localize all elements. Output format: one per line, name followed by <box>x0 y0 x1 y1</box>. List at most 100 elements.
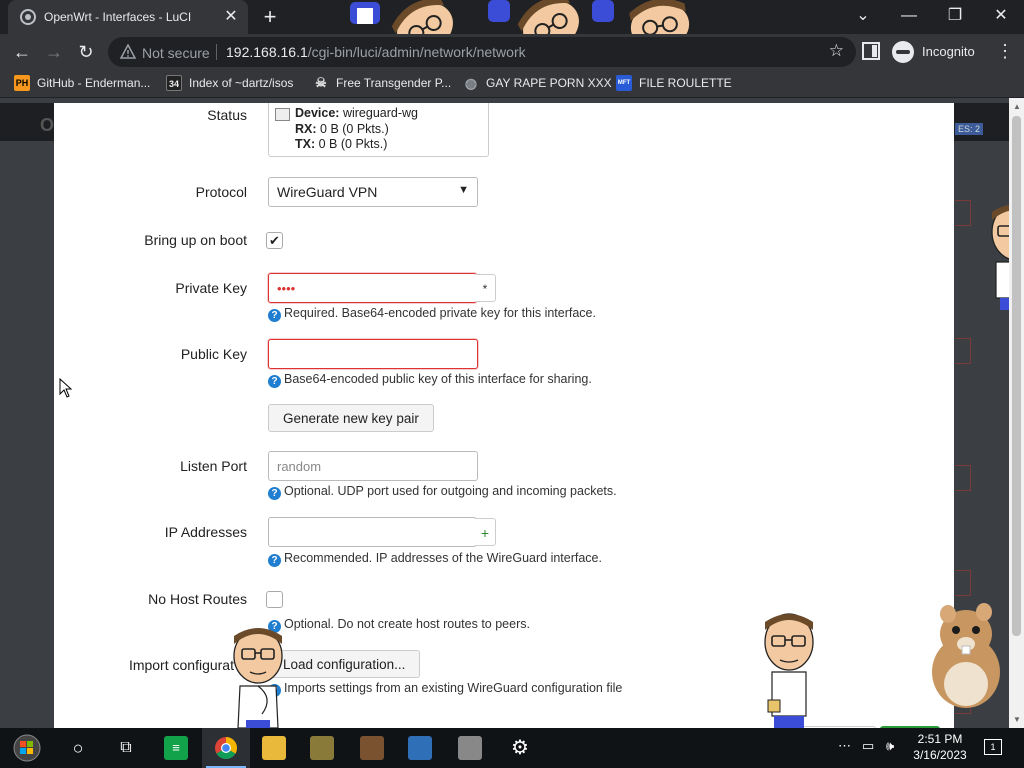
generate-key-pair-button[interactable]: Generate new key pair <box>268 404 434 432</box>
private-key-hint: ? Required. Base64-encoded private key fo… <box>268 306 596 322</box>
not-secure-label: Not secure <box>142 45 210 61</box>
bookmark-file-roulette[interactable]: MFT FILE ROULETTE <box>616 75 732 93</box>
taskbar-app-chrome[interactable] <box>202 728 250 768</box>
bookmark-github[interactable]: PH GitHub - Enderman... <box>14 75 150 93</box>
import-config-label: Import configurat <box>128 657 234 673</box>
interface-edit-modal: Status Device: wireguard-wg RX: 0 B (0 P… <box>54 103 954 728</box>
private-key-label: Private Key <box>175 280 247 296</box>
taskbar-app-settings[interactable]: ⚙ <box>496 728 544 768</box>
rx-key: RX: <box>295 121 317 136</box>
checkmark-icon: ✔ <box>269 233 280 248</box>
device-key: Device: <box>295 106 340 120</box>
bookmark-fourth[interactable]: ◍ GAY RAPE PORN XXX <box>463 75 612 93</box>
system-clock[interactable]: 2:51 PM 3/16/2023 <box>908 731 972 763</box>
load-configuration-button[interactable]: Load configuration... <box>268 650 421 678</box>
start-button[interactable] <box>2 728 52 768</box>
scrollbar-thumb[interactable] <box>1012 116 1021 636</box>
virtual-machine-icon <box>458 736 482 760</box>
incognito-icon <box>892 41 914 63</box>
bookmark-third[interactable]: ☠ Free Transgender P... <box>313 75 451 93</box>
chevron-down-icon: ▼ <box>458 184 469 196</box>
tx-value: 0 B (0 Pkts.) <box>318 137 388 151</box>
taskbar-app-explorer[interactable] <box>250 728 298 768</box>
tab-search-button[interactable]: ⌄ <box>840 0 886 34</box>
browser-menu-icon[interactable]: ⋮ <box>996 40 1014 64</box>
back-button[interactable]: ← <box>9 39 35 65</box>
minimize-button[interactable]: — <box>886 0 932 34</box>
task-view-icon: ⧉ <box>120 739 132 756</box>
private-key-value: •••• <box>277 281 296 296</box>
skull-icon: ☠ <box>315 75 327 90</box>
url-path: /cgi-bin/luci/admin/network/network <box>307 44 526 60</box>
browser-toolbar: ← → ↻ Not secure 192.168.16.1/cgi-bin/lu… <box>0 34 1024 70</box>
page-viewport: O ES: 2 Status Device: wireguard-wg RX: … <box>0 98 1024 728</box>
private-key-hint-text: Required. Base64-encoded private key for… <box>284 306 596 320</box>
bookmark-label: Index of ~dartz/isos <box>189 76 294 90</box>
public-key-input[interactable] <box>268 339 478 369</box>
browser-tab-active[interactable]: OpenWrt - Interfaces - LuCI ✕ <box>8 0 248 34</box>
add-ip-address-button[interactable]: + <box>475 518 496 546</box>
omnibox-divider <box>216 44 217 60</box>
taskbar-app-vm[interactable] <box>446 728 494 768</box>
page-scrollbar[interactable]: ▲ ▼ <box>1009 98 1024 728</box>
folder-icon <box>262 736 286 760</box>
status-label: Status <box>207 107 247 123</box>
close-window-button[interactable]: ✕ <box>978 0 1024 34</box>
private-key-input[interactable]: •••• <box>268 273 477 303</box>
restore-button[interactable]: ❐ <box>932 0 978 34</box>
luci-logo-dimmed: O <box>40 115 55 135</box>
number-34-icon: 34 <box>166 75 182 91</box>
forward-button[interactable]: → <box>41 39 67 65</box>
luci-favicon-icon <box>20 9 36 25</box>
ip-address-input[interactable] <box>268 517 477 547</box>
help-icon: ? <box>268 375 281 388</box>
taskbar-app-archive[interactable] <box>348 728 396 768</box>
import-config-hint: ?Imports settings from an existing WireG… <box>268 681 622 697</box>
bookmark-label: GitHub - Enderman... <box>37 76 151 90</box>
close-tab-icon[interactable]: ✕ <box>220 6 242 28</box>
url-text: 192.168.16.1/cgi-bin/luci/admin/network/… <box>226 44 526 60</box>
background-row-edge <box>955 570 971 596</box>
search-button[interactable]: ○ <box>54 728 102 768</box>
side-panel-icon[interactable] <box>862 42 880 60</box>
scroll-up-icon[interactable]: ▲ <box>1013 102 1021 111</box>
volume-tray-icon[interactable]: 🕪 <box>886 738 894 754</box>
network-tray-icon[interactable]: ▭ <box>862 738 874 754</box>
incognito-label: Incognito <box>922 44 975 59</box>
status-box: Device: wireguard-wg RX: 0 B (0 Pkts.) T… <box>268 103 489 157</box>
taskbar-app-notes[interactable]: ≡ <box>152 728 200 768</box>
notification-center-icon[interactable]: 1 <box>984 739 1002 755</box>
bookmark-label: Free Transgender P... <box>336 76 452 90</box>
reload-button[interactable]: ↻ <box>73 39 99 65</box>
bookmark-dartz-isos[interactable]: 34 Index of ~dartz/isos <box>166 75 293 93</box>
task-view-button[interactable]: ⧉ <box>102 728 150 768</box>
mft-icon: MFT <box>616 75 632 91</box>
new-tab-button[interactable]: + <box>257 4 283 30</box>
bring-up-on-boot-checkbox[interactable]: ✔ <box>266 232 283 249</box>
listen-port-input[interactable]: random <box>268 451 478 481</box>
listen-port-label: Listen Port <box>180 458 247 474</box>
clock-date: 3/16/2023 <box>913 748 967 762</box>
game-box-icon <box>310 736 334 760</box>
protocol-select[interactable]: WireGuard VPN ▼ <box>268 177 478 207</box>
address-bar[interactable]: Not secure 192.168.16.1/cgi-bin/luci/adm… <box>108 37 856 67</box>
taskbar-app-game[interactable] <box>298 728 346 768</box>
bookmarks-bar: PH GitHub - Enderman... 34 Index of ~dartz… <box>0 70 1024 98</box>
scroll-down-icon[interactable]: ▼ <box>1013 715 1021 724</box>
no-host-routes-label: No Host Routes <box>148 591 247 607</box>
reveal-password-button[interactable]: * <box>475 274 496 302</box>
listen-port-hint-text: Optional. UDP port used for outgoing and… <box>284 484 617 498</box>
import-config-hint-text: Imports settings from an existing WireGu… <box>284 681 623 695</box>
rx-value: 0 B (0 Pkts.) <box>320 121 389 136</box>
no-host-routes-hint-text: Optional. Do not create host routes to p… <box>284 617 530 631</box>
windows-taskbar: ○ ⧉ ≡ ⚙ ⋯ ▭ 🕪 2:51 PM 3/16/2023 1 <box>0 728 1024 768</box>
ip-addresses-label: IP Addresses <box>164 524 247 540</box>
taskbar-app-network[interactable] <box>396 728 444 768</box>
overflow-tray-icon[interactable]: ⋯ <box>838 738 851 754</box>
device-value: wireguard-wg <box>342 106 418 120</box>
globe-icon: ◍ <box>464 75 478 91</box>
background-row-edge <box>955 465 971 491</box>
bookmark-star-icon[interactable]: ☆ <box>829 41 844 61</box>
no-host-routes-checkbox[interactable] <box>266 591 283 608</box>
url-host: 192.168.16.1 <box>226 44 308 60</box>
